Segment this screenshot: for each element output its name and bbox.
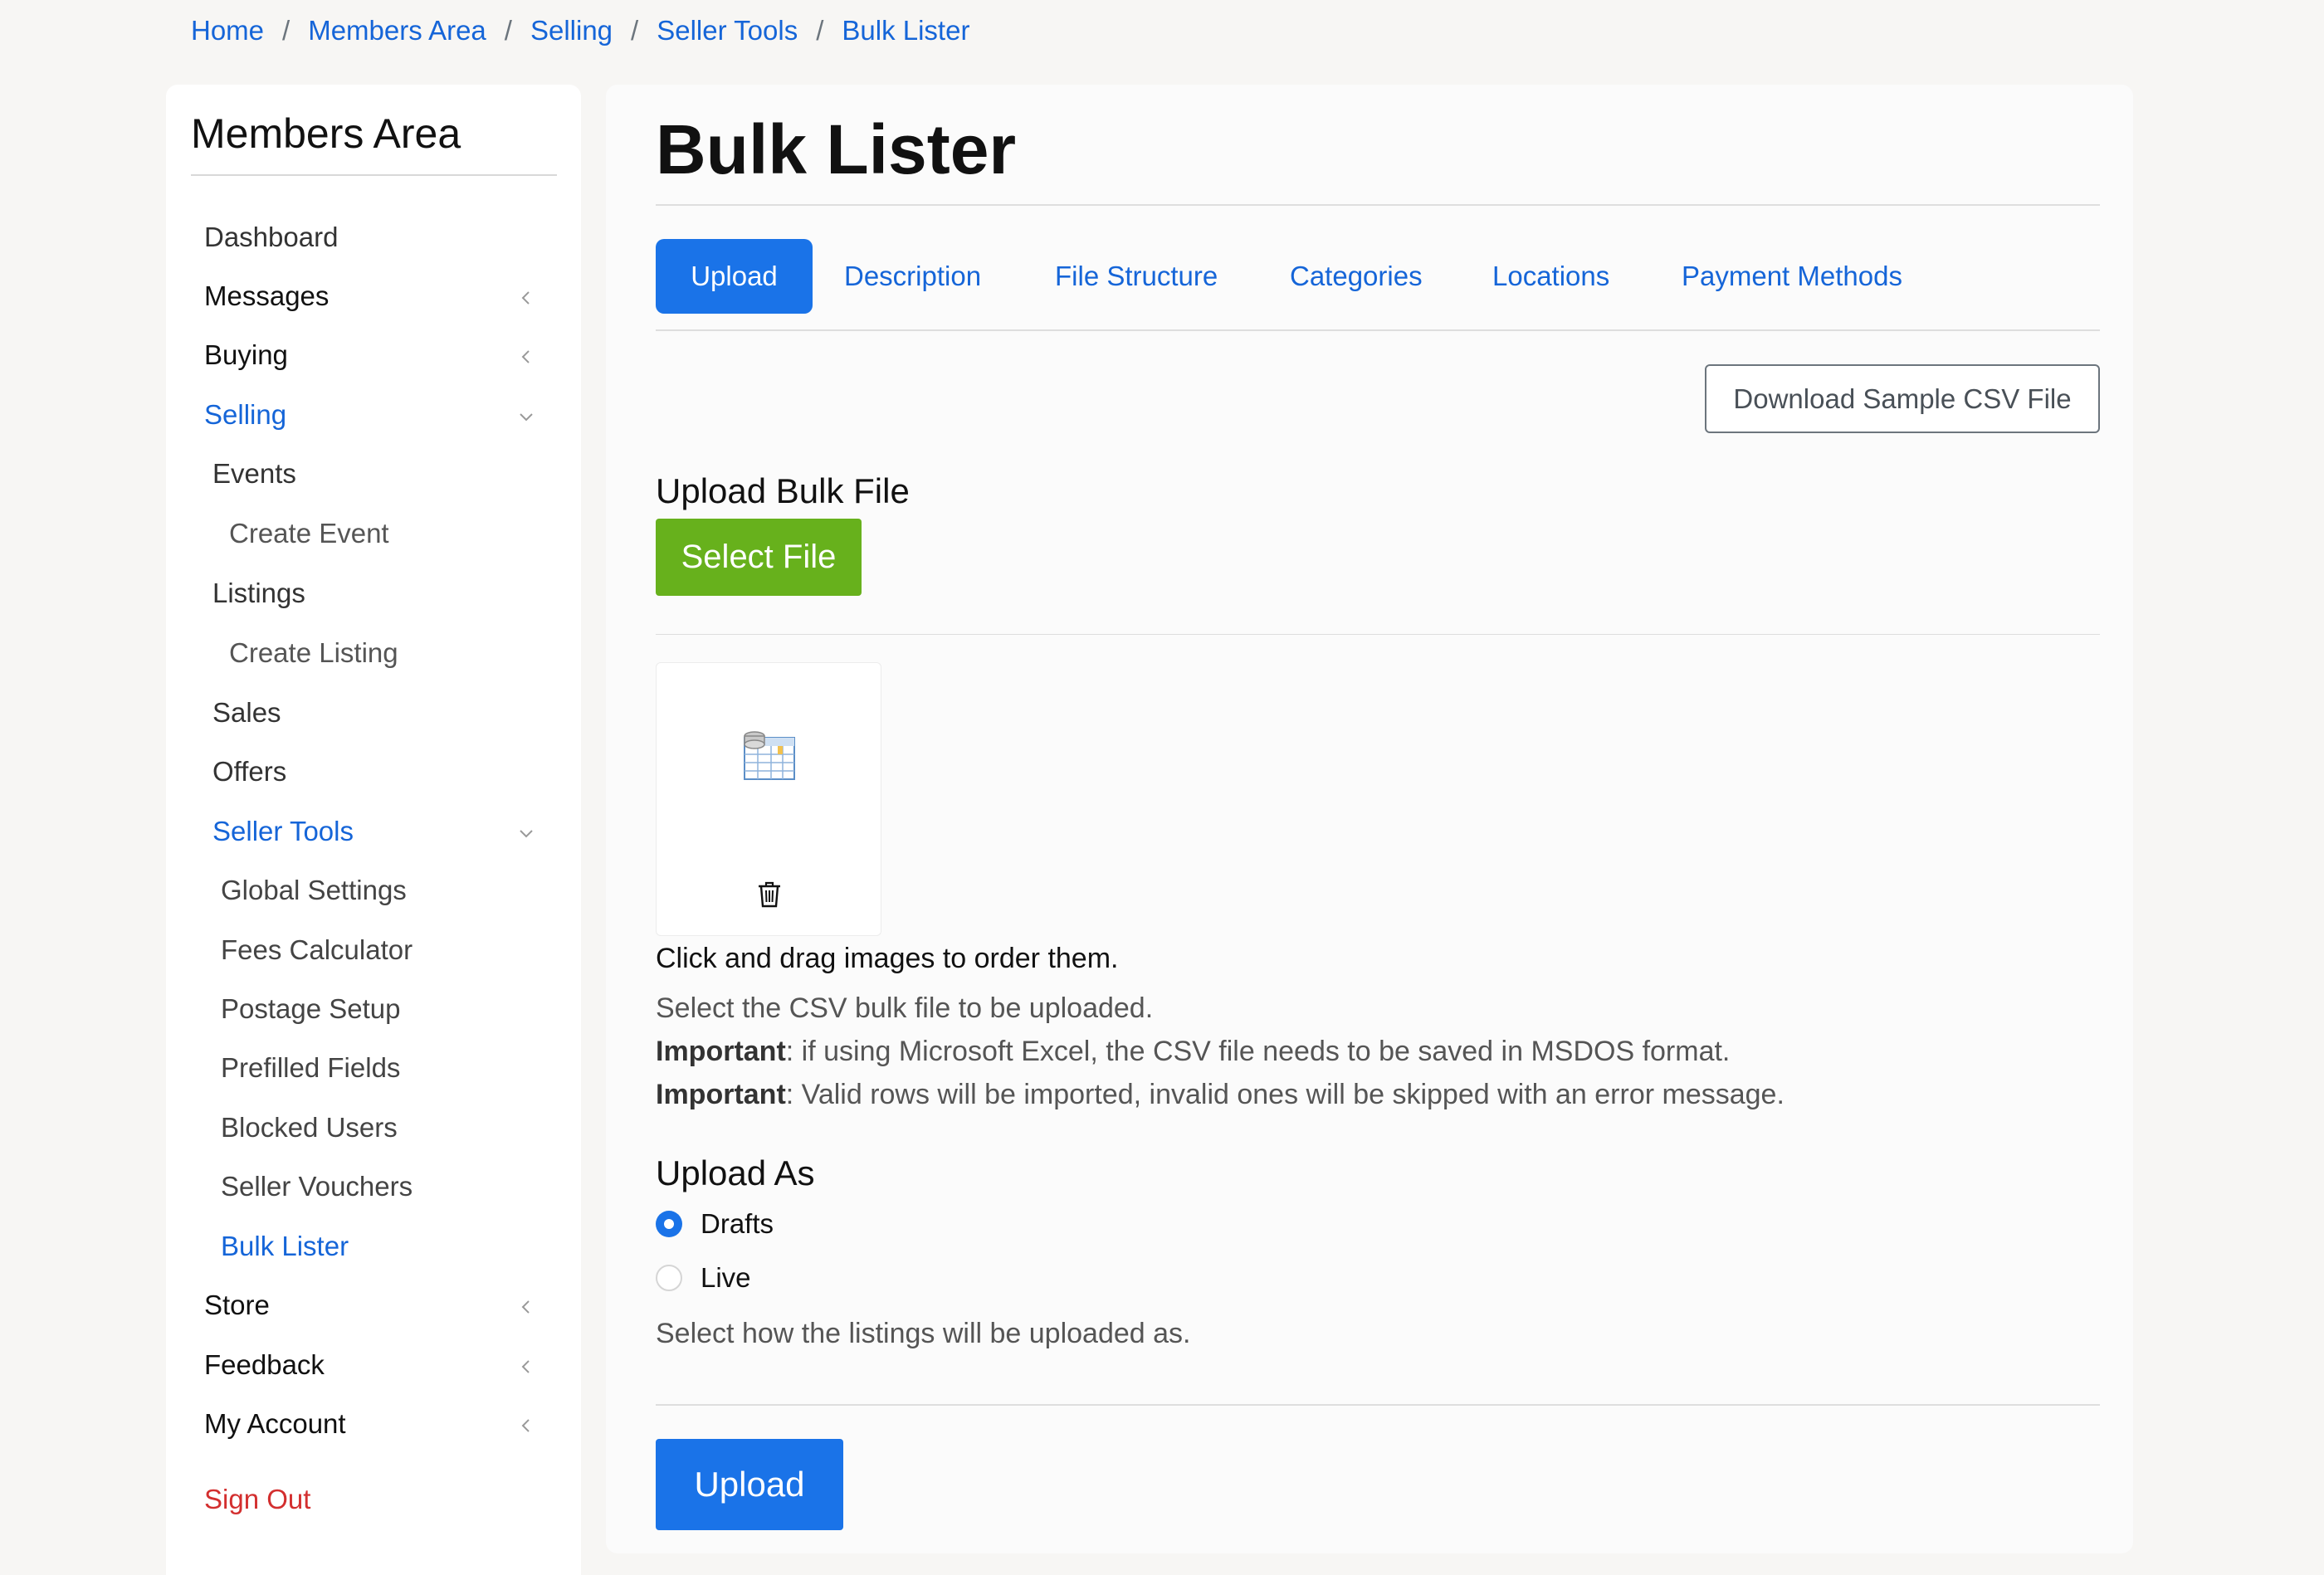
sidebar-item-feedback[interactable]: Feedback	[204, 1349, 325, 1381]
tab-description[interactable]: Description	[844, 239, 981, 314]
radio-drafts[interactable]: Drafts	[656, 1208, 774, 1240]
tab-payment-methods[interactable]: Payment Methods	[1682, 239, 1902, 314]
spreadsheet-file-icon	[744, 731, 795, 780]
breadcrumb-seller-tools[interactable]: Seller Tools	[657, 15, 798, 46]
tab-locations[interactable]: Locations	[1492, 239, 1609, 314]
sidebar-item-offers[interactable]: Offers	[212, 756, 286, 788]
sidebar-item-seller-tools[interactable]: Seller Tools	[212, 816, 354, 847]
sidebar-item-seller-vouchers[interactable]: Seller Vouchers	[221, 1171, 413, 1202]
sidebar-divider	[191, 174, 557, 176]
breadcrumb-home[interactable]: Home	[191, 15, 264, 46]
chevron-left-icon[interactable]	[518, 1299, 535, 1315]
sidebar-item-sales[interactable]: Sales	[212, 697, 281, 729]
sidebar: Members Area Dashboard Messages Buying S…	[166, 85, 581, 1575]
page-title: Bulk Lister	[656, 110, 1017, 188]
important-note-excel: Important: if using Microsoft Excel, the…	[656, 1036, 1730, 1068]
important-label: Important	[656, 1036, 786, 1067]
sidebar-item-selling[interactable]: Selling	[204, 399, 286, 431]
breadcrumb: Home / Members Area / Selling / Seller T…	[191, 15, 969, 46]
sidebar-title: Members Area	[191, 110, 461, 157]
chevron-down-icon[interactable]	[518, 408, 535, 425]
sidebar-item-sign-out[interactable]: Sign Out	[204, 1484, 310, 1515]
sidebar-item-global-settings[interactable]: Global Settings	[221, 875, 407, 906]
sidebar-item-buying[interactable]: Buying	[204, 339, 288, 371]
sidebar-item-create-event[interactable]: Create Event	[229, 518, 389, 549]
radio-live-label: Live	[701, 1262, 751, 1293]
sidebar-item-bulk-lister[interactable]: Bulk Lister	[221, 1231, 349, 1262]
uploaded-file-card[interactable]	[656, 662, 881, 936]
important-note-excel-text: : if using Microsoft Excel, the CSV file…	[785, 1036, 1731, 1067]
chevron-left-icon[interactable]	[518, 290, 535, 306]
breadcrumb-bulk-lister[interactable]: Bulk Lister	[842, 15, 969, 46]
chevron-left-icon[interactable]	[518, 1358, 535, 1375]
breadcrumb-separator: /	[504, 15, 512, 46]
help-text: Select the CSV bulk file to be uploaded.	[656, 992, 1154, 1024]
drag-hint-text: Click and drag images to order them.	[656, 943, 1119, 974]
upload-as-label: Upload As	[656, 1153, 815, 1192]
sidebar-item-prefilled-fields[interactable]: Prefilled Fields	[221, 1052, 400, 1084]
sidebar-item-messages[interactable]: Messages	[204, 280, 329, 312]
download-sample-csv-button[interactable]: Download Sample CSV File	[1705, 364, 2100, 433]
chevron-left-icon[interactable]	[518, 1417, 535, 1434]
footer-divider	[656, 1404, 2100, 1406]
sidebar-item-my-account[interactable]: My Account	[204, 1408, 346, 1440]
main-content: Bulk Lister Upload Description File Stru…	[606, 85, 2133, 1553]
tab-categories[interactable]: Categories	[1290, 239, 1423, 314]
sidebar-item-fees-calculator[interactable]: Fees Calculator	[221, 934, 413, 966]
sidebar-item-store[interactable]: Store	[204, 1290, 270, 1321]
radio-drafts-label: Drafts	[701, 1208, 774, 1239]
sidebar-item-blocked-users[interactable]: Blocked Users	[221, 1112, 398, 1143]
important-label: Important	[656, 1079, 786, 1110]
radio-live[interactable]: Live	[656, 1262, 751, 1294]
important-note-rows-text: : Valid rows will be imported, invalid o…	[785, 1079, 1784, 1110]
radio-live-input[interactable]	[656, 1265, 682, 1291]
upload-submit-button[interactable]: Upload	[656, 1439, 843, 1530]
radio-drafts-input[interactable]	[656, 1211, 682, 1237]
tab-upload[interactable]: Upload	[656, 239, 813, 314]
tab-file-structure[interactable]: File Structure	[1055, 239, 1218, 314]
sidebar-item-dashboard[interactable]: Dashboard	[204, 222, 338, 253]
upload-as-help-text: Select how the listings will be uploaded…	[656, 1318, 1191, 1349]
breadcrumb-selling[interactable]: Selling	[530, 15, 613, 46]
breadcrumb-separator: /	[282, 15, 290, 46]
section-divider	[656, 634, 2100, 635]
chevron-down-icon[interactable]	[518, 825, 535, 841]
title-divider	[656, 204, 2100, 206]
breadcrumb-members-area[interactable]: Members Area	[308, 15, 486, 46]
sidebar-item-postage-setup[interactable]: Postage Setup	[221, 993, 401, 1025]
important-note-rows: Important: Valid rows will be imported, …	[656, 1079, 1784, 1111]
sidebar-item-listings[interactable]: Listings	[212, 578, 305, 609]
breadcrumb-separator: /	[816, 15, 824, 46]
breadcrumb-separator: /	[631, 15, 639, 46]
upload-bulk-file-label: Upload Bulk File	[656, 471, 910, 510]
tabs-divider	[656, 329, 2100, 331]
sidebar-item-create-listing[interactable]: Create Listing	[229, 637, 398, 669]
trash-icon[interactable]	[757, 880, 782, 909]
sidebar-item-events[interactable]: Events	[212, 458, 296, 490]
select-file-button[interactable]: Select File	[656, 519, 862, 596]
chevron-left-icon[interactable]	[518, 349, 535, 365]
